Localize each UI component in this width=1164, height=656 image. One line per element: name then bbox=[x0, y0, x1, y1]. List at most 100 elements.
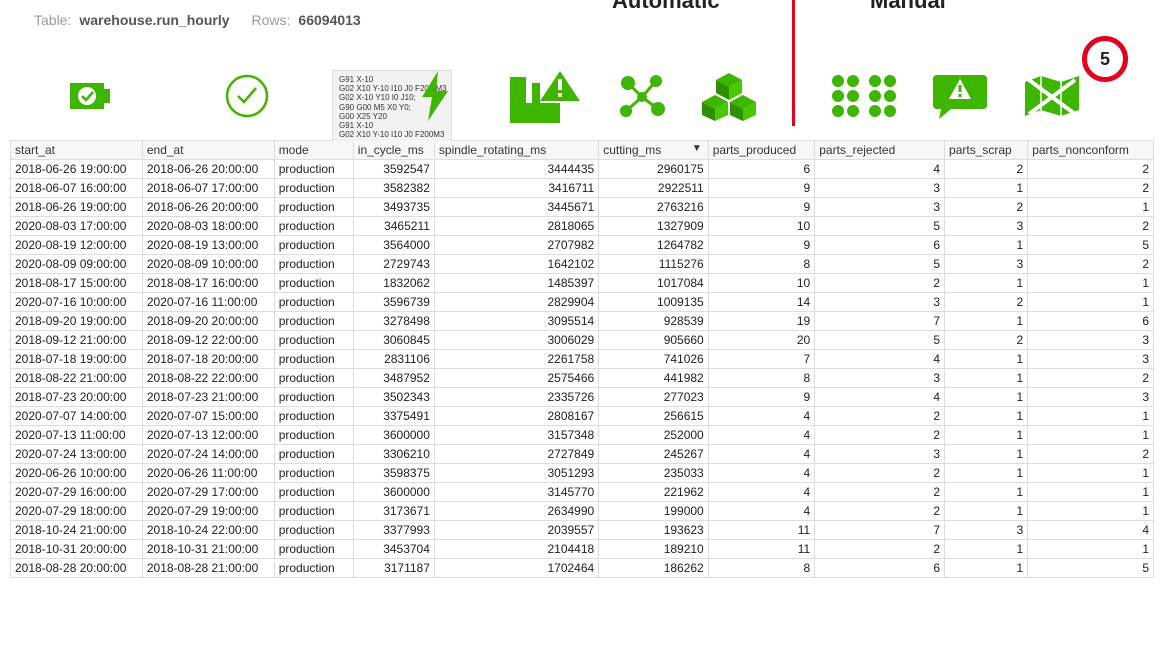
cell-in_cycle_ms: 3171187 bbox=[353, 559, 434, 578]
group-label-automatic: Automatic bbox=[612, 0, 720, 14]
cell-mode: production bbox=[274, 255, 353, 274]
table-body: 2018-06-26 19:00:002018-06-26 20:00:00pr… bbox=[11, 160, 1154, 578]
table-row[interactable]: 2018-06-26 19:00:002018-06-26 20:00:00pr… bbox=[11, 198, 1154, 217]
table-row[interactable]: 2020-06-26 10:00:002020-06-26 11:00:00pr… bbox=[11, 464, 1154, 483]
cell-parts_scrap: 1 bbox=[945, 236, 1028, 255]
table-row[interactable]: 2020-07-29 16:00:002020-07-29 17:00:00pr… bbox=[11, 483, 1154, 502]
cell-in_cycle_ms: 3502343 bbox=[353, 388, 434, 407]
cell-parts_produced: 20 bbox=[708, 331, 814, 350]
table-row[interactable]: 2018-09-20 19:00:002018-09-20 20:00:00pr… bbox=[11, 312, 1154, 331]
table-row[interactable]: 2018-08-22 21:00:002018-08-22 22:00:00pr… bbox=[11, 369, 1154, 388]
cell-mode: production bbox=[274, 388, 353, 407]
table-row[interactable]: 2018-07-23 20:00:002018-07-23 21:00:00pr… bbox=[11, 388, 1154, 407]
column-header-end_at[interactable]: end_at bbox=[142, 141, 274, 160]
cell-parts_produced: 10 bbox=[708, 274, 814, 293]
cell-parts_produced: 11 bbox=[708, 521, 814, 540]
column-header-parts_scrap[interactable]: parts_scrap bbox=[945, 141, 1028, 160]
cell-parts_rejected: 3 bbox=[815, 179, 945, 198]
table-row[interactable]: 2018-08-17 15:00:002018-08-17 16:00:00pr… bbox=[11, 274, 1154, 293]
column-header-in_cycle_ms[interactable]: in_cycle_ms bbox=[353, 141, 434, 160]
cell-in_cycle_ms: 3377993 bbox=[353, 521, 434, 540]
chat-alert-icon[interactable] bbox=[933, 66, 987, 126]
table-row[interactable]: 2020-08-09 09:00:002020-08-09 10:00:00pr… bbox=[11, 255, 1154, 274]
table-row[interactable]: 2018-09-12 21:00:002018-09-12 22:00:00pr… bbox=[11, 331, 1154, 350]
table-row[interactable]: 2018-10-24 21:00:002018-10-24 22:00:00pr… bbox=[11, 521, 1154, 540]
cell-start_at: 2018-09-12 21:00:00 bbox=[11, 331, 143, 350]
table-info-bar: Table: warehouse.run_hourly Rows: 660940… bbox=[0, 0, 1164, 36]
circle-check-icon[interactable] bbox=[224, 66, 270, 126]
table-row[interactable]: 2020-07-24 13:00:002020-07-24 14:00:00pr… bbox=[11, 445, 1154, 464]
rows-label: Rows: bbox=[252, 12, 291, 28]
cell-end_at: 2018-06-26 20:00:00 bbox=[142, 160, 274, 179]
table-row[interactable]: 2020-07-07 14:00:002020-07-07 15:00:00pr… bbox=[11, 407, 1154, 426]
cell-mode: production bbox=[274, 179, 353, 198]
cell-parts_scrap: 1 bbox=[945, 312, 1028, 331]
column-header-spindle_rotating_ms[interactable]: spindle_rotating_ms bbox=[434, 141, 598, 160]
cell-in_cycle_ms: 3600000 bbox=[353, 483, 434, 502]
cell-cutting_ms: 1115276 bbox=[599, 255, 709, 274]
cell-mode: production bbox=[274, 445, 353, 464]
cell-parts_nonconform: 6 bbox=[1028, 312, 1154, 331]
cell-end_at: 2020-08-03 18:00:00 bbox=[142, 217, 274, 236]
cell-parts_rejected: 2 bbox=[815, 464, 945, 483]
table-row[interactable]: 2020-08-03 17:00:002020-08-03 18:00:00pr… bbox=[11, 217, 1154, 236]
cell-parts_nonconform: 1 bbox=[1028, 464, 1154, 483]
column-header-parts_nonconform[interactable]: parts_nonconform bbox=[1028, 141, 1154, 160]
cell-cutting_ms: 189210 bbox=[599, 540, 709, 559]
column-header-parts_produced[interactable]: parts_produced bbox=[708, 141, 814, 160]
cell-parts_scrap: 1 bbox=[945, 426, 1028, 445]
column-header-cutting_ms[interactable]: cutting_ms bbox=[599, 141, 709, 160]
cell-parts_nonconform: 2 bbox=[1028, 160, 1154, 179]
cubes-icon[interactable] bbox=[702, 66, 756, 126]
cell-parts_scrap: 3 bbox=[945, 521, 1028, 540]
column-header-mode[interactable]: mode bbox=[274, 141, 353, 160]
cell-parts_nonconform: 3 bbox=[1028, 331, 1154, 350]
cell-mode: production bbox=[274, 464, 353, 483]
cell-parts_rejected: 3 bbox=[815, 293, 945, 312]
rows-value: 66094013 bbox=[298, 12, 360, 28]
cell-spindle_rotating_ms: 3006029 bbox=[434, 331, 598, 350]
cell-parts_nonconform: 3 bbox=[1028, 388, 1154, 407]
device-check-icon[interactable] bbox=[70, 66, 116, 126]
cell-parts_nonconform: 1 bbox=[1028, 483, 1154, 502]
cell-parts_nonconform: 1 bbox=[1028, 198, 1154, 217]
cell-parts_rejected: 3 bbox=[815, 198, 945, 217]
column-header-start_at[interactable]: start_at bbox=[11, 141, 143, 160]
cell-parts_produced: 4 bbox=[708, 483, 814, 502]
cell-end_at: 2018-08-22 22:00:00 bbox=[142, 369, 274, 388]
cell-start_at: 2020-08-19 12:00:00 bbox=[11, 236, 143, 255]
cell-parts_nonconform: 2 bbox=[1028, 445, 1154, 464]
table-row[interactable]: 2020-07-29 18:00:002020-07-29 19:00:00pr… bbox=[11, 502, 1154, 521]
table-row[interactable]: 2020-07-16 10:00:002020-07-16 11:00:00pr… bbox=[11, 293, 1154, 312]
cell-spindle_rotating_ms: 2575466 bbox=[434, 369, 598, 388]
table-row[interactable]: 2018-08-28 20:00:002018-08-28 21:00:00pr… bbox=[11, 559, 1154, 578]
cell-parts_scrap: 1 bbox=[945, 369, 1028, 388]
table-row[interactable]: 2018-06-26 19:00:002018-06-26 20:00:00pr… bbox=[11, 160, 1154, 179]
cell-end_at: 2018-06-07 17:00:00 bbox=[142, 179, 274, 198]
cell-start_at: 2018-07-18 19:00:00 bbox=[11, 350, 143, 369]
table-name: warehouse.run_hourly bbox=[79, 12, 229, 28]
cell-parts_rejected: 4 bbox=[815, 350, 945, 369]
table-row[interactable]: 2018-10-31 20:00:002018-10-31 21:00:00pr… bbox=[11, 540, 1154, 559]
cell-spindle_rotating_ms: 2104418 bbox=[434, 540, 598, 559]
machine-alert-icon[interactable] bbox=[510, 66, 580, 126]
cell-mode: production bbox=[274, 426, 353, 445]
network-icon[interactable] bbox=[616, 66, 666, 126]
cell-parts_nonconform: 2 bbox=[1028, 255, 1154, 274]
cell-mode: production bbox=[274, 217, 353, 236]
table-row[interactable]: 2020-07-13 11:00:002020-07-13 12:00:00pr… bbox=[11, 426, 1154, 445]
table-row[interactable]: 2018-07-18 19:00:002018-07-18 20:00:00pr… bbox=[11, 350, 1154, 369]
cell-cutting_ms: 221962 bbox=[599, 483, 709, 502]
cell-parts_scrap: 1 bbox=[945, 559, 1028, 578]
table-header-row: start_atend_atmodein_cycle_msspindle_rot… bbox=[11, 141, 1154, 160]
cell-cutting_ms: 1009135 bbox=[599, 293, 709, 312]
grid-dots-icon[interactable] bbox=[831, 66, 897, 126]
lightning-icon[interactable] bbox=[418, 66, 452, 126]
table-row[interactable]: 2020-08-19 12:00:002020-08-19 13:00:00pr… bbox=[11, 236, 1154, 255]
cell-spindle_rotating_ms: 3051293 bbox=[434, 464, 598, 483]
cell-start_at: 2020-07-29 18:00:00 bbox=[11, 502, 143, 521]
map-crossed-icon[interactable] bbox=[1023, 66, 1081, 126]
table-row[interactable]: 2018-06-07 16:00:002018-06-07 17:00:00pr… bbox=[11, 179, 1154, 198]
column-header-parts_rejected[interactable]: parts_rejected bbox=[815, 141, 945, 160]
cell-cutting_ms: 905660 bbox=[599, 331, 709, 350]
